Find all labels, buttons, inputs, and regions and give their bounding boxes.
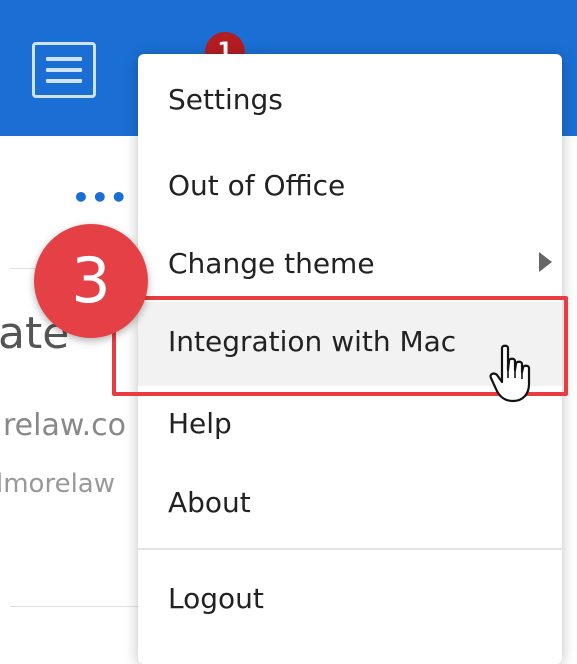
menu-item-about[interactable]: About [138,462,562,544]
contact-email-secondary: lmorelaw [0,469,115,499]
menu-item-logout[interactable]: Logout [138,554,562,644]
hand-pointer-icon [489,344,531,403]
menu-item-out-of-office[interactable]: Out of Office [138,146,562,226]
menu-item-label: Help [168,407,232,440]
menu-item-label: Settings [168,83,283,116]
menu-item-settings[interactable]: Settings [138,54,562,146]
menu-item-label: Change theme [168,247,375,280]
menu-item-label: About [168,486,251,519]
menu-item-label: Logout [168,582,264,615]
contact-email: relaw.co [3,408,127,443]
more-options-icon[interactable]: ••• [72,184,129,212]
menu-item-label: Out of Office [168,169,346,202]
hamburger-icon[interactable] [32,42,96,98]
menu-item-change-theme[interactable]: Change theme [138,226,562,302]
divider [10,606,140,607]
menu-divider [138,548,562,550]
step-number-badge: 3 [34,224,148,338]
chevron-right-icon [539,252,552,272]
